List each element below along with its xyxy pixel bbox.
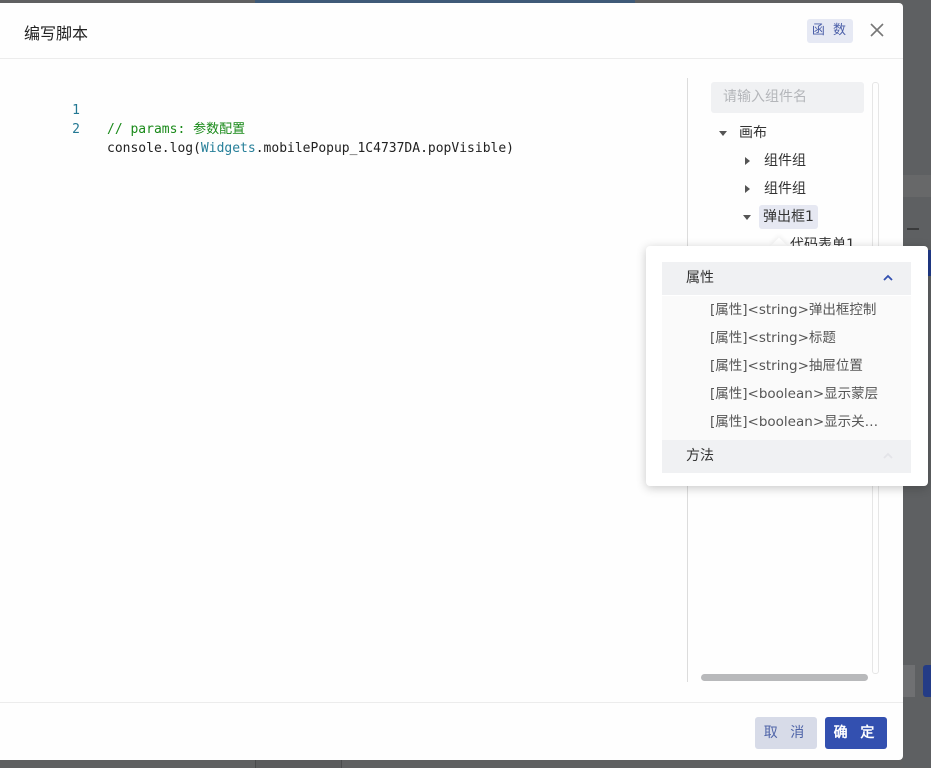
tree-horizontal-scrollbar[interactable]: [701, 674, 868, 681]
modal-footer-divider: [0, 702, 903, 703]
confirm-button[interactable]: 确 定: [825, 717, 887, 749]
methods-section-label: 方法: [686, 448, 714, 464]
code-comment: // params: 参数配置: [107, 122, 246, 137]
close-icon[interactable]: [866, 19, 888, 41]
properties-section-label: 属性: [686, 270, 714, 286]
cancel-button[interactable]: 取 消: [755, 717, 817, 749]
caret-right-icon[interactable]: [745, 157, 750, 165]
line-number: 1: [72, 103, 80, 118]
function-button[interactable]: 函 数: [807, 19, 853, 43]
property-item[interactable]: [属性]<boolean>显示蒙层: [710, 380, 886, 408]
methods-section-header[interactable]: 方法: [662, 440, 911, 473]
modal-header: 编写脚本 函 数: [0, 3, 903, 59]
tree-node-code-form[interactable]: 代码表单1: [790, 233, 855, 247]
code-identifier: Widgets: [200, 141, 256, 156]
property-item[interactable]: [属性]<string>抽屉位置: [710, 352, 886, 380]
code-token: .mobilePopup_1C4737DA.popVisible): [255, 141, 514, 156]
code-token: console.log(: [107, 141, 201, 156]
code-line: 1 // params: 参数配置: [0, 82, 245, 137]
property-item[interactable]: [属性]<string>弹出框控制: [710, 296, 886, 324]
code-line: 2 console.log(Widgets.mobilePopup_1C4737…: [0, 101, 514, 156]
caret-right-icon[interactable]: [745, 185, 750, 193]
tree-node-group[interactable]: 组件组: [764, 149, 806, 173]
tree-node-popup[interactable]: 弹出框1: [759, 205, 818, 229]
chevron-up-icon: [883, 274, 893, 281]
code-editor[interactable]: 1 // params: 参数配置 2 console.log(Widgets.…: [0, 56, 686, 702]
properties-section-header[interactable]: 属性: [662, 262, 911, 295]
property-item[interactable]: [属性]<string>标题: [710, 324, 886, 352]
component-search-input[interactable]: 请输入组件名: [711, 82, 864, 113]
caret-down-icon[interactable]: [743, 215, 751, 220]
tree-node-canvas[interactable]: 画布: [739, 121, 767, 145]
modal-title: 编写脚本: [24, 24, 89, 43]
property-item[interactable]: [属性]<boolean>显示关闭按钮: [710, 408, 886, 436]
chevron-up-icon: [883, 452, 893, 459]
line-number: 2: [72, 122, 80, 137]
caret-down-icon[interactable]: [719, 131, 727, 136]
tree-node-group[interactable]: 组件组: [764, 177, 806, 201]
